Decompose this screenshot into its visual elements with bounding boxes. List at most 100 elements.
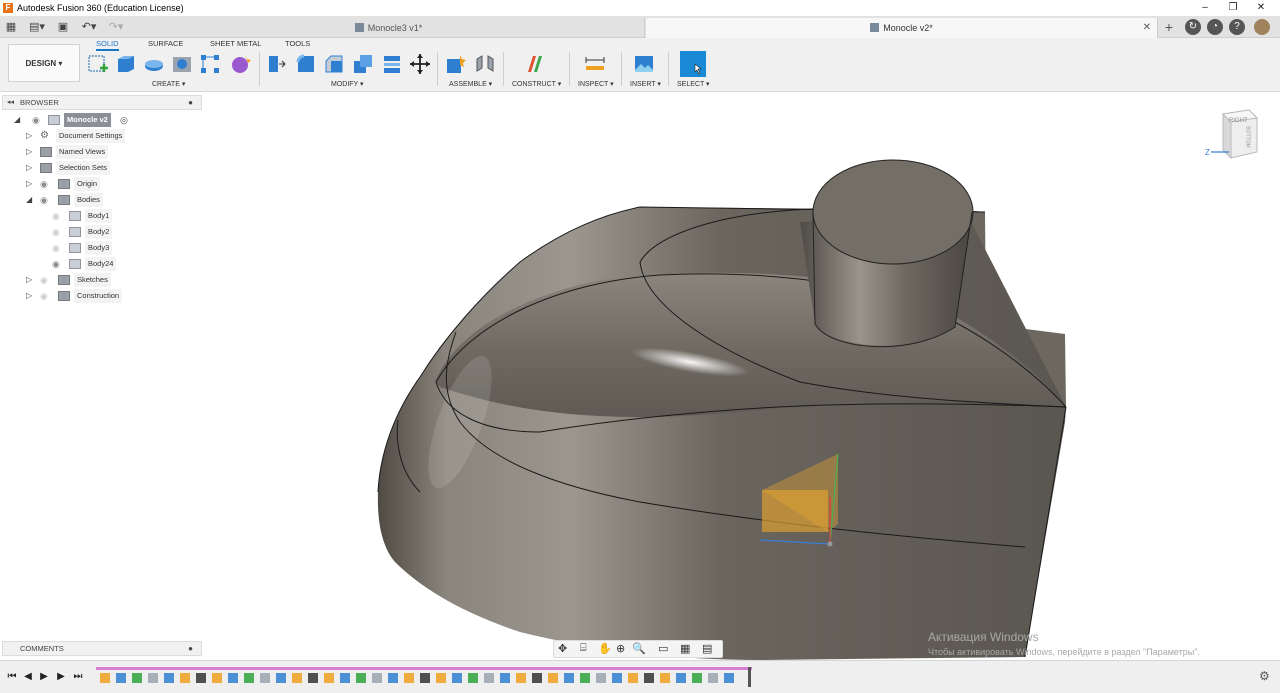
move-copy-icon[interactable]: [409, 53, 431, 75]
visibility-eye-icon[interactable]: ◉: [40, 193, 52, 207]
visibility-eye-icon[interactable]: ◉: [40, 289, 52, 303]
timeline-feature-icon[interactable]: [100, 673, 110, 683]
browser-panel-header[interactable]: ◂◂ BROWSER ●: [2, 95, 202, 110]
timeline-feature-icon[interactable]: [148, 673, 158, 683]
expand-right-icon[interactable]: ▷: [26, 177, 34, 191]
expand-right-icon[interactable]: ▷: [26, 273, 34, 287]
revolve-icon[interactable]: [143, 53, 165, 75]
comments-panel-header[interactable]: COMMENTS ●: [2, 641, 202, 656]
timeline-feature-icon[interactable]: [692, 673, 702, 683]
tab-solid[interactable]: SOLID: [96, 39, 119, 51]
collapse-panel-icon[interactable]: ◂◂: [7, 96, 14, 109]
timeline-track[interactable]: [96, 667, 752, 687]
visibility-eye-icon[interactable]: ◉: [52, 209, 64, 223]
grid-settings-icon[interactable]: ▦: [680, 642, 690, 655]
look-at-icon[interactable]: ⌸: [580, 642, 587, 655]
insert-menu[interactable]: INSERT ▾: [630, 80, 661, 88]
go-to-end-icon[interactable]: ⏭: [72, 670, 84, 684]
timeline-feature-icon[interactable]: [516, 673, 526, 683]
new-component-icon[interactable]: [445, 53, 467, 75]
insert-image-icon[interactable]: [633, 53, 655, 75]
pattern-icon[interactable]: [199, 53, 221, 75]
orbit-icon[interactable]: ✥: [558, 642, 567, 655]
activate-radio-icon[interactable]: ◎: [120, 113, 128, 127]
tree-body1[interactable]: ◉ Body1: [52, 209, 202, 223]
redo-icon[interactable]: ↷▾: [105, 19, 127, 35]
timeline-feature-icon[interactable]: [676, 673, 686, 683]
timeline-feature-icon[interactable]: [324, 673, 334, 683]
panel-pin-icon[interactable]: ●: [188, 642, 193, 655]
tab-surface[interactable]: SURFACE: [148, 39, 183, 48]
timeline-feature-icon[interactable]: [388, 673, 398, 683]
joint-icon[interactable]: [474, 53, 496, 75]
visibility-eye-icon[interactable]: ◉: [52, 241, 64, 255]
timeline-feature-icon[interactable]: [244, 673, 254, 683]
tree-selection-sets[interactable]: ▷ Selection Sets: [26, 161, 206, 175]
timeline-feature-icon[interactable]: [452, 673, 462, 683]
assemble-menu[interactable]: ASSEMBLE ▾: [449, 80, 492, 88]
extrude-icon[interactable]: [115, 53, 137, 75]
timeline-feature-icon[interactable]: [660, 673, 670, 683]
fillet-icon[interactable]: [295, 53, 317, 75]
timeline-feature-icon[interactable]: [564, 673, 574, 683]
timeline-feature-icon[interactable]: [580, 673, 590, 683]
tab-tools[interactable]: TOOLS: [285, 39, 310, 48]
timeline-feature-icon[interactable]: [372, 673, 382, 683]
timeline-feature-icon[interactable]: [724, 673, 734, 683]
tree-body3[interactable]: ◉ Body3: [52, 241, 202, 255]
select-arrow-icon[interactable]: [680, 51, 706, 77]
restore-button[interactable]: ❐: [1220, 0, 1246, 16]
expand-right-icon[interactable]: ▷: [26, 289, 34, 303]
timeline-feature-icon[interactable]: [468, 673, 478, 683]
step-back-icon[interactable]: ◀: [22, 670, 34, 684]
timeline-feature-icon[interactable]: [420, 673, 430, 683]
timeline-feature-icon[interactable]: [628, 673, 638, 683]
tree-bodies[interactable]: ◢ ◉ Bodies: [26, 193, 206, 207]
tab-sheet-metal[interactable]: SHEET METAL: [210, 39, 261, 48]
timeline-feature-icon[interactable]: [612, 673, 622, 683]
tree-named-views[interactable]: ▷ Named Views: [26, 145, 206, 159]
timeline-feature-icon[interactable]: [260, 673, 270, 683]
timeline-feature-icon[interactable]: [356, 673, 366, 683]
timeline-feature-icon[interactable]: [228, 673, 238, 683]
modify-menu[interactable]: MODIFY ▾: [331, 80, 364, 88]
tree-sketches[interactable]: ▷ ◉ Sketches: [26, 273, 206, 287]
timeline-feature-icon[interactable]: [596, 673, 606, 683]
close-tab-icon[interactable]: ✕: [1143, 18, 1151, 38]
timeline-feature-icon[interactable]: [132, 673, 142, 683]
data-panel-grid-icon[interactable]: ▦: [4, 19, 18, 35]
tab-monocle3[interactable]: Monocle3 v1*: [133, 18, 645, 38]
expand-right-icon[interactable]: ▷: [26, 145, 34, 159]
timeline-feature-icon[interactable]: [644, 673, 654, 683]
visibility-eye-icon[interactable]: ◉: [52, 257, 64, 271]
timeline-feature-icon[interactable]: [404, 673, 414, 683]
panel-pin-icon[interactable]: ●: [188, 96, 193, 109]
viewcube-icon[interactable]: [1205, 108, 1261, 164]
timeline-feature-icon[interactable]: [180, 673, 190, 683]
tree-document-settings[interactable]: ▷ ⚙ Document Settings: [26, 129, 206, 143]
timeline-feature-icon[interactable]: [340, 673, 350, 683]
timeline-feature-icon[interactable]: [484, 673, 494, 683]
create-menu[interactable]: CREATE ▾: [152, 80, 185, 88]
fit-icon[interactable]: 🔍: [632, 642, 646, 655]
timeline-feature-icon[interactable]: [436, 673, 446, 683]
expand-right-icon[interactable]: ▷: [26, 129, 34, 143]
tree-body2[interactable]: ◉ Body2: [52, 225, 202, 239]
press-pull-icon[interactable]: [265, 53, 287, 75]
construct-menu[interactable]: CONSTRUCT ▾: [512, 80, 561, 88]
play-icon[interactable]: ▶: [38, 670, 50, 684]
timeline-marker[interactable]: [748, 667, 751, 687]
expand-right-icon[interactable]: ▷: [26, 161, 34, 175]
visibility-eye-icon[interactable]: ◉: [40, 177, 52, 191]
zoom-icon[interactable]: ⊕: [616, 642, 625, 655]
split-body-icon[interactable]: [381, 53, 403, 75]
timeline-feature-icon[interactable]: [276, 673, 286, 683]
undo-icon[interactable]: ↶▾: [78, 19, 100, 35]
timeline-feature-icon[interactable]: [532, 673, 542, 683]
minimize-button[interactable]: –: [1192, 0, 1218, 16]
tab-monocle-v2[interactable]: Monocle v2* ✕: [646, 18, 1158, 38]
extensions-icon[interactable]: ↻: [1185, 19, 1201, 35]
pan-hand-icon[interactable]: ✋: [598, 642, 612, 655]
expand-down-icon[interactable]: ◢: [14, 113, 22, 127]
user-avatar[interactable]: [1254, 19, 1270, 35]
